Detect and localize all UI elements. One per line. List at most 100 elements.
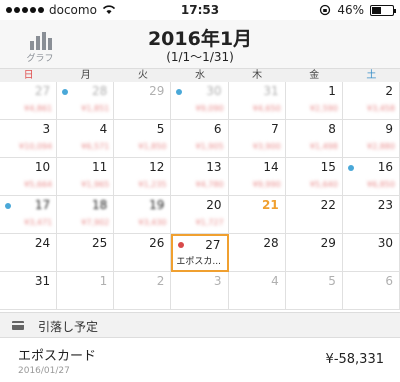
day-number: 1	[99, 274, 108, 288]
calendar-day-cell[interactable]: 8 ¥1,498	[285, 120, 343, 158]
calendar-day-cell[interactable]: 21	[228, 196, 286, 234]
income-marker-icon	[347, 165, 354, 171]
day-number: 28	[263, 236, 279, 250]
day-amount: ¥3,900	[252, 142, 281, 151]
day-number: 19	[149, 198, 165, 212]
calendar-day-cell[interactable]: 13 ¥4,780	[171, 158, 229, 196]
calendar-day-cell[interactable]: 15 ¥5,640	[285, 158, 343, 196]
weekday-header: 日月火水木金土	[0, 68, 400, 82]
withdrawal-entry[interactable]: エポスカード 2016/01/27 ¥-58,331	[0, 338, 400, 382]
weekday-label: 水	[194, 70, 205, 81]
calendar-day-cell[interactable]: 5	[285, 272, 343, 310]
battery-area: 46%	[319, 3, 396, 17]
day-number: 27	[205, 238, 221, 252]
day-number: 22	[320, 198, 336, 212]
credit-card-icon	[12, 321, 24, 330]
day-number: 7	[271, 122, 279, 136]
day-number: 10	[34, 160, 51, 174]
calendar-day-cell[interactable]: 29	[114, 82, 172, 120]
date-range: (1/1〜1/31)	[166, 50, 234, 64]
day-number: 21	[262, 198, 279, 212]
calendar-day-cell[interactable]: 14 ¥9,990	[228, 158, 286, 196]
calendar-day-cell[interactable]: 31	[0, 272, 58, 310]
day-amount: ¥7,902	[81, 218, 110, 227]
day-amount: ¥6,571	[81, 142, 110, 151]
day-amount: ¥1,727	[195, 218, 224, 227]
entry-amount: ¥-58,331	[325, 352, 384, 367]
weekday-label: 日	[23, 70, 34, 81]
income-marker-icon	[62, 89, 69, 95]
income-marker-icon	[176, 89, 183, 95]
calendar-day-cell[interactable]: 22	[285, 196, 343, 234]
calendar-day-cell[interactable]: 23	[342, 196, 400, 234]
calendar-day-cell[interactable]: 29	[285, 234, 343, 272]
calendar-day-cell[interactable]: 4 ¥6,571	[57, 120, 115, 158]
day-number: 4	[99, 122, 108, 136]
calendar-day-cell[interactable]: 25	[57, 234, 115, 272]
calendar-day-cell[interactable]: 20 ¥1,727	[171, 196, 229, 234]
day-number: 30	[206, 84, 222, 98]
day-number: 18	[92, 198, 108, 212]
calendar-day-cell[interactable]: 24	[0, 234, 58, 272]
calendar-day-cell[interactable]: 27 エポスカ...	[171, 234, 229, 272]
calendar-day-cell[interactable]: 18 ¥7,902	[57, 196, 115, 234]
day-amount: ¥6,850	[366, 180, 395, 189]
section-label: 引落し予定	[38, 320, 99, 334]
calendar-day-cell[interactable]: 17 ¥3,471	[0, 196, 58, 234]
day-amount: ¥3,458	[366, 104, 395, 113]
day-event-label: エポスカ...	[176, 257, 222, 267]
day-amount: ¥2,880	[366, 142, 395, 151]
calendar-day-cell[interactable]: 26	[114, 234, 172, 272]
day-number: 8	[328, 122, 336, 136]
calendar-day-cell[interactable]: 3	[171, 272, 229, 310]
calendar-day-cell[interactable]: 1 ¥2,590	[285, 82, 343, 120]
calendar-day-cell[interactable]: 6 ¥1,905	[171, 120, 229, 158]
calendar-day-cell[interactable]: 9 ¥2,880	[342, 120, 400, 158]
calendar-day-cell[interactable]: 4	[228, 272, 286, 310]
calendar-day-cell[interactable]: 30	[342, 234, 400, 272]
calendar-day-cell[interactable]: 11 ¥1,965	[57, 158, 115, 196]
day-number: 31	[263, 84, 279, 98]
weekday-label: 木	[252, 70, 263, 81]
day-number: 13	[206, 160, 222, 174]
day-number: 24	[34, 236, 51, 250]
day-amount: ¥10,094	[19, 142, 53, 151]
orientation-lock-icon	[320, 4, 331, 16]
day-amount: ¥1,905	[195, 142, 224, 151]
calendar-day-cell[interactable]: 31 ¥4,650	[228, 82, 286, 120]
entry-name: エポスカード	[18, 349, 97, 364]
month-title[interactable]: 2016年1月	[0, 24, 400, 51]
calendar-day-cell[interactable]: 5 ¥1,850	[114, 120, 172, 158]
day-number: 14	[263, 160, 279, 174]
day-amount: ¥1,498	[309, 142, 338, 151]
calendar-day-cell[interactable]: 3 ¥10,094	[0, 120, 58, 158]
day-number: 15	[320, 160, 336, 174]
day-number: 28	[92, 84, 108, 98]
calendar-day-cell[interactable]: 12 ¥1,235	[114, 158, 172, 196]
day-number: 2	[156, 274, 165, 288]
day-number: 1	[328, 84, 336, 98]
calendar-day-cell[interactable]: 6	[342, 272, 400, 310]
calendar-day-cell[interactable]: 27 ¥4,861	[0, 82, 58, 120]
day-number: 25	[92, 236, 108, 250]
withdrawal-section-header: 引落し予定	[0, 312, 400, 338]
day-number: 2	[385, 84, 393, 98]
calendar-day-cell[interactable]: 1	[57, 272, 115, 310]
calendar-day-cell[interactable]: 28 ¥1,851	[57, 82, 115, 120]
calendar-grid: 27 ¥4,861 28 ¥1,851 29 30 ¥9,090 31 ¥4,650 1 ¥2,59…	[0, 82, 400, 310]
day-number: 27	[34, 84, 51, 98]
calendar-day-cell[interactable]: 10 ¥5,664	[0, 158, 58, 196]
day-number: 29	[149, 84, 165, 98]
day-amount: ¥2,590	[309, 104, 338, 113]
calendar-day-cell[interactable]: 7 ¥3,900	[228, 120, 286, 158]
day-amount: ¥4,861	[24, 104, 53, 113]
calendar-day-cell[interactable]: 16 ¥6,850	[342, 158, 400, 196]
day-amount: ¥9,090	[195, 104, 224, 113]
calendar-day-cell[interactable]: 30 ¥9,090	[171, 82, 229, 120]
calendar-day-cell[interactable]: 2	[114, 272, 172, 310]
day-amount: ¥1,965	[81, 180, 110, 189]
calendar-day-cell[interactable]: 2 ¥3,458	[342, 82, 400, 120]
calendar-day-cell[interactable]: 28	[228, 234, 286, 272]
weekday-label: 土	[366, 70, 377, 81]
calendar-day-cell[interactable]: 19 ¥3,430	[114, 196, 172, 234]
